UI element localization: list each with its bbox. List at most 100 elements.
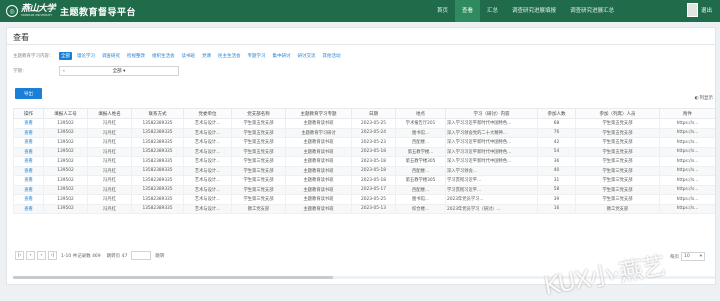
term-label: 学期： — [13, 69, 27, 74]
nav-summary[interactable]: 汇总 — [480, 0, 505, 22]
table-cell: 第五教学楼... — [395, 146, 446, 157]
term-select[interactable]: ‹ 全部 ▾ — [59, 66, 179, 76]
chip-6[interactable]: 党课 — [200, 52, 213, 60]
records-table: 操作 填报人工号 填报人姓名 联系方式 党委单位 党支部名称 主题教育学习专题 … — [13, 108, 715, 264]
page-jump-input[interactable] — [131, 251, 152, 260]
table-cell: 139502 — [43, 165, 88, 176]
view-link[interactable]: 查看 — [13, 137, 44, 148]
table-cell: 第五教学楼305 — [395, 175, 446, 186]
chip-8[interactable]: 专题学习 — [246, 52, 268, 60]
col-count[interactable]: 参加人数 — [537, 108, 576, 119]
table-cell: 主题教育读书班 — [285, 203, 352, 214]
table-cell: 16 — [537, 203, 576, 214]
table-cell: https://s... — [659, 127, 715, 138]
view-link[interactable]: 查看 — [13, 194, 44, 205]
chip-1[interactable]: 理论学习 — [75, 52, 97, 60]
col-date[interactable]: 日期 — [351, 108, 396, 119]
table-cell: 学术报告厅201 — [395, 118, 446, 129]
table-cell: 深入学习习近平新时代中国特色... — [445, 137, 538, 148]
view-link[interactable]: 查看 — [13, 165, 44, 176]
last-page-icon[interactable]: ›| — [48, 251, 57, 260]
chip-10[interactable]: 研讨交流 — [296, 52, 318, 60]
table-row: 查看 139502 冯丹红 13582389335 艺术与设计... 教工党支部 主题教育读… — [13, 203, 715, 214]
exit-button[interactable]: 退出 — [701, 6, 712, 14]
col-topic[interactable]: 主题教育学习专题 — [285, 108, 352, 119]
columns-icon: ◐ — [694, 95, 699, 101]
table-cell: 学生第五党支部 — [231, 146, 286, 157]
col-contact[interactable]: 联系方式 — [131, 108, 184, 119]
table-cell: 学生第五党支部 — [575, 118, 660, 129]
nav-view[interactable]: 查看 — [455, 0, 481, 22]
table-cell: 学习贯彻习近平... — [445, 184, 538, 195]
table-cell: 2023-05-24 — [351, 127, 396, 138]
page-size-label: 每页 — [670, 254, 679, 260]
table-cell: 西配楼... — [395, 184, 446, 195]
table-cell: 学生第三党支部 — [575, 184, 660, 195]
jump-button[interactable]: 跳转 — [155, 253, 164, 259]
column-toggle[interactable]: ◐ 列显示 — [694, 95, 713, 102]
chevron-left-icon: ‹ — [63, 68, 65, 74]
chip-2[interactable]: 调查研究 — [100, 52, 122, 60]
table-cell: 第五教学楼305 — [395, 156, 446, 167]
col-filer-name[interactable]: 填报人姓名 — [87, 108, 132, 119]
prev-page-icon[interactable]: ‹ — [26, 251, 35, 260]
view-link[interactable]: 查看 — [13, 156, 44, 167]
scroll-thumb[interactable] — [13, 276, 333, 279]
table-cell: 深入学习习近平新时代中国特色... — [445, 118, 538, 129]
filter-label: 主题教育学习内容： — [13, 54, 54, 59]
chip-5[interactable]: 读书班 — [180, 52, 198, 60]
view-link[interactable]: 查看 — [13, 175, 44, 186]
table-cell: 西配楼... — [395, 137, 446, 148]
table-cell: 主题教育读书班 — [285, 194, 352, 205]
table-cell: 13582389335 — [131, 118, 184, 129]
nav-research-summary[interactable]: 调查研究进展汇总 — [563, 0, 621, 22]
view-link[interactable]: 查看 — [13, 184, 44, 195]
page-size-select[interactable]: 10 ▾ — [681, 252, 705, 261]
table-cell: 西配楼... — [395, 165, 446, 176]
export-button[interactable]: 导出 — [15, 88, 42, 99]
view-link[interactable]: 查看 — [13, 118, 44, 129]
chip-7[interactable]: 民主生活会 — [216, 52, 243, 60]
table-cell: 冯丹红 — [87, 146, 132, 157]
table-cell: 2023-05-18 — [351, 165, 396, 176]
table-cell: 42 — [537, 137, 576, 148]
page-size: 每页 10 ▾ — [670, 252, 705, 261]
table-cell: 艺术与设计... — [183, 146, 232, 157]
view-link[interactable]: 查看 — [13, 203, 44, 214]
table-cell: 13582389335 — [131, 194, 184, 205]
col-branch[interactable]: 党支部名称 — [231, 108, 286, 119]
chip-3[interactable]: 检视整改 — [125, 52, 147, 60]
chip-9[interactable]: 集中研讨 — [271, 52, 293, 60]
table-cell: 主题教育读书班 — [285, 156, 352, 167]
table-cell: 139502 — [43, 175, 88, 186]
chip-all[interactable]: 全部 — [59, 52, 72, 60]
table-cell: 13582389335 — [131, 127, 184, 138]
col-location[interactable]: 地点 — [395, 108, 446, 119]
first-page-icon[interactable]: |‹ — [15, 251, 24, 260]
table-cell: 学生第五党支部 — [231, 118, 286, 129]
col-filer-id[interactable]: 填报人工号 — [43, 108, 88, 119]
pager: |‹ ‹ › ›| 1-10 共记录数 469 跳转页 47 跳转 — [15, 251, 166, 260]
table-header-row: 操作 填报人工号 填报人姓名 联系方式 党委单位 党支部名称 主题教育学习专题 … — [13, 108, 715, 119]
nav-home[interactable]: 首页 — [430, 0, 455, 22]
chip-4[interactable]: 组织生活会 — [150, 52, 177, 60]
table-cell: https://s... — [659, 194, 715, 205]
col-attendees[interactable]: 参加（列席）人员 — [575, 108, 660, 119]
nav-research-fill[interactable]: 调查研究进展填报 — [505, 0, 563, 22]
table-body: 查看 139502 冯丹红 13582389335 艺术与设计... 学生第五党支部 主题教… — [13, 118, 715, 214]
table-cell: 冯丹红 — [87, 184, 132, 195]
view-link[interactable]: 查看 — [13, 146, 44, 157]
table-cell: 139502 — [43, 137, 88, 148]
table-cell: 综合楼... — [395, 203, 446, 214]
col-attachment[interactable]: 附件 — [659, 108, 715, 119]
table-row: 查看 139502 冯丹红 13582389335 艺术与设计... 学生第三党支部 主题教… — [13, 194, 715, 205]
view-link[interactable]: 查看 — [13, 127, 44, 138]
col-content[interactable]: 学习（研讨）内容 — [445, 108, 538, 119]
chip-11[interactable]: 其他活动 — [321, 52, 343, 60]
table-cell: 学生第三党支部 — [231, 156, 286, 167]
next-page-icon[interactable]: › — [37, 251, 46, 260]
table-cell: 学生第三党支部 — [231, 175, 286, 186]
avatar[interactable] — [686, 3, 698, 17]
table-cell: 13582389335 — [131, 175, 184, 186]
col-committee[interactable]: 党委单位 — [183, 108, 232, 119]
